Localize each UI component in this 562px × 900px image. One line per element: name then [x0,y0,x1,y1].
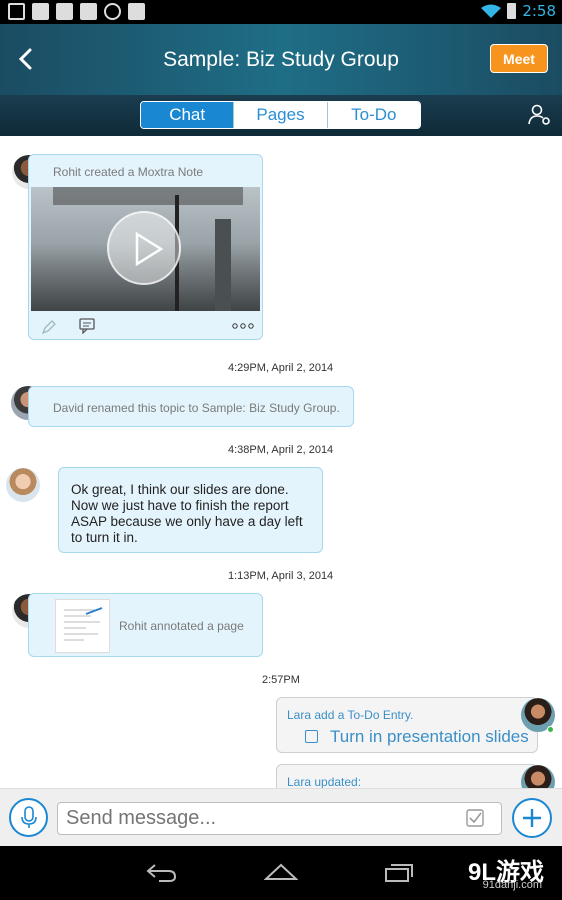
wifi-icon [481,4,502,18]
tab-bar: Chat Pages To-Do [0,95,562,136]
mic-button[interactable] [9,798,48,837]
plus-icon [523,809,541,827]
composer [0,788,562,846]
edit-icon[interactable] [41,319,57,335]
image-icon [32,3,49,20]
members-settings-icon[interactable] [528,103,552,127]
page-title: Sample: Biz Study Group [163,48,399,71]
system-nav-bar: 9L游戏 91danji.com [0,846,562,900]
avatar-lara[interactable] [521,765,555,788]
watermark-url: 91danji.com [482,879,542,891]
rename-message: David renamed this topic to Sample: Biz … [28,386,354,427]
timestamp: 4:38PM, April 2, 2014 [228,444,334,456]
gmail-icon [56,3,73,20]
segmented-tabs: Chat Pages To-Do [140,101,421,129]
notification-icons [8,3,145,20]
add-button[interactable] [512,798,552,838]
status-bar: 2:58 [0,0,562,24]
back-nav-icon[interactable] [145,861,177,883]
message-text: Ok great, I think our slides are done. N… [71,482,303,545]
recents-nav-icon[interactable] [384,861,414,883]
note-caption: Rohit created a Moxtra Note [53,165,204,179]
rename-text: David renamed this topic to Sample: Biz … [53,401,340,415]
note-thumbnail[interactable] [31,187,260,311]
tab-chat[interactable]: Chat [141,102,235,128]
more-icon[interactable] [232,323,254,329]
page-thumbnail[interactable] [55,599,110,653]
update-entry[interactable]: Lara updated: [276,764,538,788]
play-icon [135,232,163,266]
avatar-lara[interactable] [6,468,40,502]
timestamp: 2:57PM [262,674,300,686]
download-icon [8,3,25,20]
todo-caption: Lara add a To-Do Entry. [287,708,414,722]
annotation-text: Rohit annotated a page [119,619,244,633]
shop-icon [128,3,145,20]
tab-pages[interactable]: Pages [234,102,328,128]
clock: 2:58 [522,2,556,20]
annotation-card[interactable]: Rohit annotated a page [28,593,263,657]
todo-check-icon[interactable] [466,809,484,827]
todo-checkbox[interactable] [305,730,318,743]
todo-item-text: Turn in presentation slides [330,727,529,746]
home-nav-icon[interactable] [264,861,298,883]
todo-entry[interactable]: Lara add a To-Do Entry. Turn in presenta… [276,697,538,753]
comment-icon[interactable] [79,318,95,334]
play-button[interactable] [107,211,181,285]
timestamp: 1:13PM, April 3, 2014 [228,570,334,582]
app-header: Sample: Biz Study Group Meet [0,24,562,95]
update-caption: Lara updated: [287,775,362,788]
timestamp: 4:29PM, April 2, 2014 [228,362,334,374]
meet-button[interactable]: Meet [490,44,548,73]
chat-message: Ok great, I think our slides are done. N… [58,467,323,553]
chat-icon [104,3,121,20]
mic-icon [21,806,37,828]
message-input[interactable] [57,802,502,835]
chat-feed[interactable]: Rohit created a Moxtra Note 4:29PM, Apri… [0,136,562,788]
note-card[interactable]: Rohit created a Moxtra Note [28,154,263,340]
online-indicator [547,726,554,733]
battery-icon [507,3,517,19]
tab-todo[interactable]: To-Do [327,102,420,128]
facebook-icon [80,3,97,20]
